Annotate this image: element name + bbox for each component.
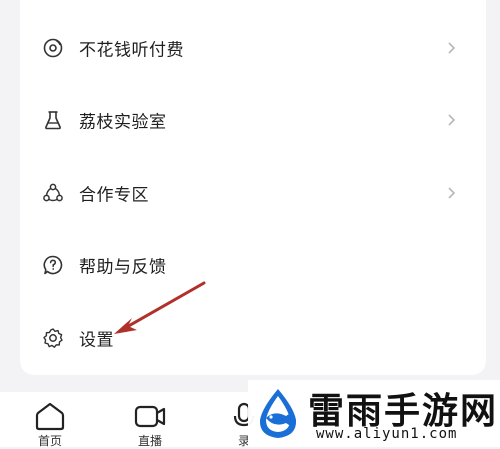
menu-card: 不花钱听付费 荔枝实验室 合作专区 帮助与反馈 设置 <box>20 0 486 375</box>
menu-item-label: 合作专区 <box>79 185 149 205</box>
nav-item-home[interactable]: 首页 <box>20 392 80 448</box>
menu-item-cooperation-zone[interactable]: 合作专区 <box>20 171 486 215</box>
menu-item-label: 荔枝实验室 <box>79 112 167 132</box>
nav-label: 直播 <box>137 434 162 448</box>
nav-label: 首页 <box>37 434 62 448</box>
menu-item-settings[interactable]: 设置 <box>20 316 486 360</box>
watermark-url: www.aliyun1.com <box>316 426 458 442</box>
chevron-right-icon <box>448 42 456 54</box>
raindrop-fish-logo-icon <box>259 389 297 438</box>
chevron-right-icon <box>448 187 456 199</box>
chevron-right-icon <box>448 114 456 126</box>
menu-item-free-paid-listening[interactable]: 不花钱听付费 <box>20 26 486 70</box>
flask-icon <box>45 111 61 130</box>
home-icon <box>35 402 65 431</box>
menu-item-label: 帮助与反馈 <box>79 257 167 277</box>
watermark: 雷雨手游网 www.aliyun1.com <box>248 380 500 447</box>
menu-item-lizhi-lab[interactable]: 荔枝实验室 <box>20 98 486 142</box>
nav-item-live[interactable]: 直播 <box>120 392 180 448</box>
menu-item-help-feedback[interactable]: 帮助与反馈 <box>20 243 486 287</box>
cooperation-icon <box>43 183 63 202</box>
help-chat-icon <box>43 255 63 275</box>
video-camera-icon <box>134 405 166 428</box>
menu-item-label: 不花钱听付费 <box>79 40 184 60</box>
gear-icon <box>43 328 63 348</box>
music-disc-icon <box>43 38 63 58</box>
menu-item-label: 设置 <box>79 330 114 350</box>
